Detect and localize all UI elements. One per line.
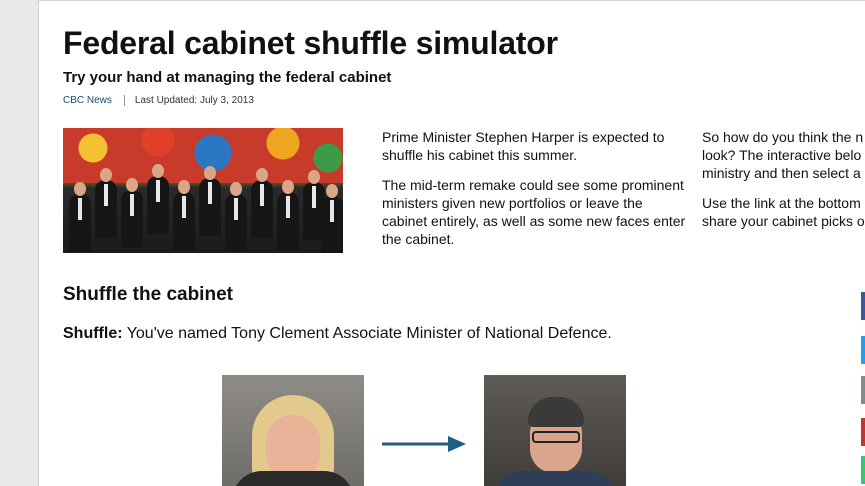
cabinet-member (69, 182, 91, 252)
jacket (232, 471, 354, 486)
intro-line: share your cabinet picks o (702, 213, 865, 229)
byline: CBC News Last Updated: July 3, 2013 (63, 95, 254, 106)
jacket (494, 471, 616, 486)
twitter-icon[interactable] (861, 336, 865, 364)
cabinet-member (199, 166, 221, 236)
shuffle-text: You've named Tony Clement Associate Mini… (122, 325, 612, 342)
incoming-minister-photo[interactable] (484, 375, 626, 486)
cabinet-member (251, 168, 273, 238)
intro-line: Use the link at the bottom (702, 195, 861, 211)
intro-paragraph: Prime Minister Stephen Harper is expecte… (382, 129, 665, 163)
outgoing-minister-photo[interactable] (222, 375, 364, 486)
shuffle-label: Shuffle: (63, 325, 123, 342)
intro-line: So how do you think the n (702, 129, 864, 145)
cabinet-member (95, 168, 117, 238)
cabinet-member (225, 182, 247, 252)
share-toolbar (861, 262, 865, 486)
google-plus-icon[interactable] (861, 418, 865, 446)
glasses-icon (532, 431, 580, 443)
arrow-right-icon (382, 436, 466, 452)
section-title: Shuffle the cabinet (63, 284, 233, 305)
shuffle-message: Shuffle: You've named Tony Clement Assoc… (63, 325, 612, 343)
intro-column-1: Prime Minister Stephen Harper is expecte… (382, 128, 687, 260)
intro-paragraph: The mid-term remake could see some promi… (382, 177, 686, 247)
article-page: Federal cabinet shuffle simulator Try yo… (38, 0, 865, 486)
intro-line: look? The interactive belo (702, 147, 862, 163)
email-icon[interactable] (861, 376, 865, 404)
last-updated: Last Updated: July 3, 2013 (134, 95, 254, 106)
cabinet-photo (63, 128, 343, 253)
source-link[interactable]: CBC News (63, 95, 112, 106)
facebook-icon[interactable] (861, 292, 865, 320)
cabinet-member (173, 180, 195, 250)
intro-line: ministry and then select a (702, 165, 861, 181)
intro-column-2: So how do you think the n look? The inte… (702, 128, 865, 230)
hair (528, 397, 584, 427)
cabinet-member (277, 180, 299, 250)
divider (123, 95, 125, 106)
page-deck: Try your hand at managing the federal ca… (63, 69, 392, 86)
cabinet-member (147, 164, 169, 234)
share-icon[interactable] (861, 456, 865, 484)
cabinet-member (121, 178, 143, 248)
page-title: Federal cabinet shuffle simulator (63, 25, 558, 61)
cabinet-member (321, 184, 343, 253)
